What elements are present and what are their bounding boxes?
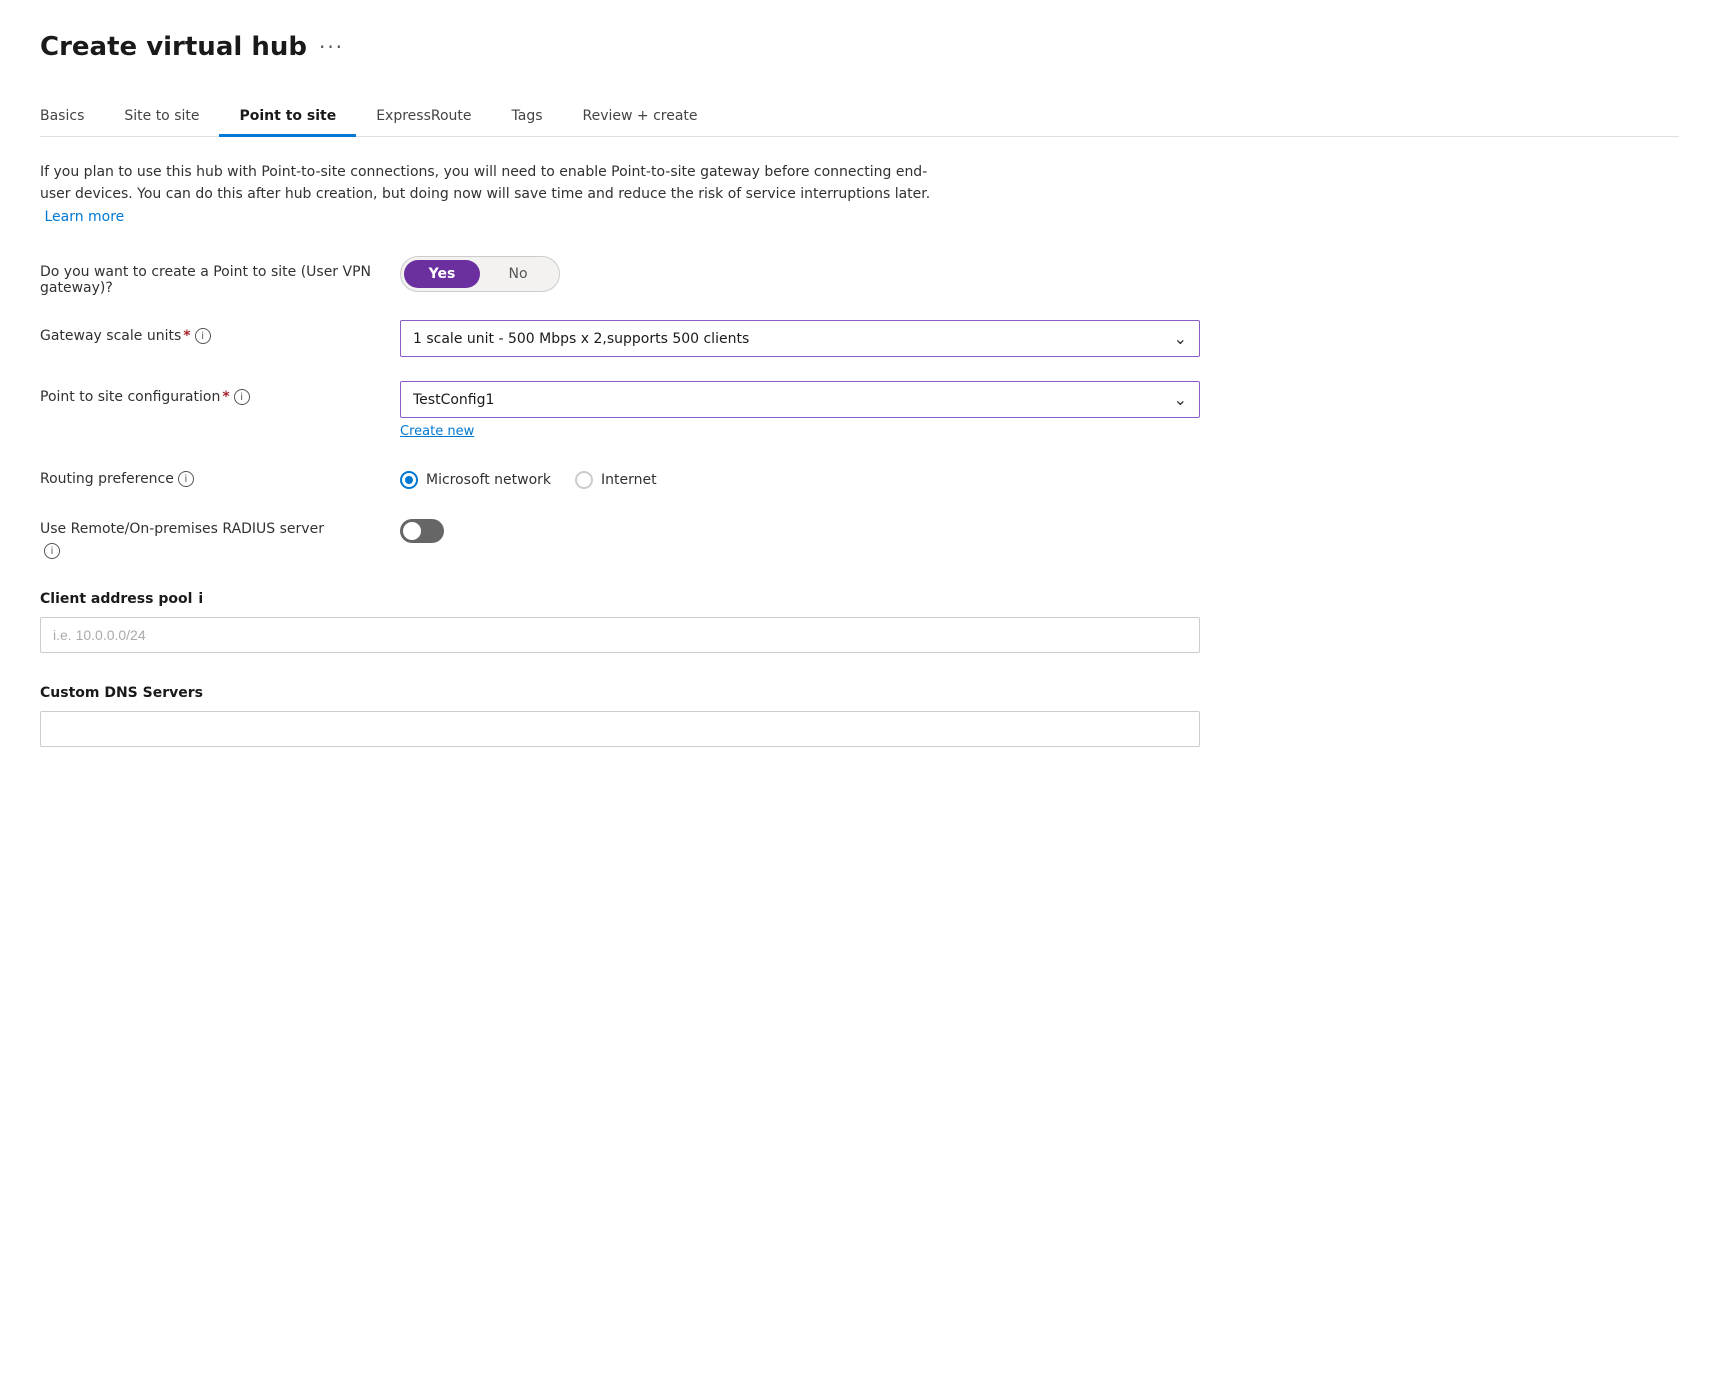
page-description: If you plan to use this hub with Point-t… xyxy=(40,161,940,228)
gateway-scale-units-info-icon[interactable]: i xyxy=(195,328,211,344)
tab-basics[interactable]: Basics xyxy=(40,98,104,137)
client-address-pool-section: Client address pool i xyxy=(40,583,1200,653)
internet-radio[interactable] xyxy=(575,471,593,489)
radius-server-label: Use Remote/On-premises RADIUS server i xyxy=(40,513,380,559)
radius-server-toggle[interactable] xyxy=(400,519,1200,543)
routing-preference-label: Routing preference i xyxy=(40,463,380,487)
radius-server-switch-track[interactable] xyxy=(400,519,444,543)
p2s-config-dropdown[interactable]: TestConfig1 ⌄ xyxy=(400,381,1200,418)
p2s-config-required: * xyxy=(222,389,229,405)
tab-review-create[interactable]: Review + create xyxy=(563,98,718,137)
tab-point-to-site[interactable]: Point to site xyxy=(219,98,356,137)
tab-expressroute[interactable]: ExpressRoute xyxy=(356,98,491,137)
tab-site-to-site[interactable]: Site to site xyxy=(104,98,219,137)
routing-preference-row: Routing preference i Microsoft network I… xyxy=(40,463,1200,489)
gateway-scale-units-dropdown[interactable]: 1 scale unit - 500 Mbps x 2,supports 500… xyxy=(400,320,1200,357)
radius-server-row: Use Remote/On-premises RADIUS server i xyxy=(40,513,1200,559)
radius-server-control xyxy=(400,513,1200,543)
point-to-site-question-label: Do you want to create a Point to site (U… xyxy=(40,256,380,296)
routing-preference-control: Microsoft network Internet xyxy=(400,463,1200,489)
routing-preference-radio-group: Microsoft network Internet xyxy=(400,463,1200,489)
client-address-pool-info-icon[interactable]: i xyxy=(198,591,203,607)
yes-no-toggle[interactable]: Yes No xyxy=(400,256,560,292)
gateway-scale-units-control: 1 scale unit - 500 Mbps x 2,supports 500… xyxy=(400,320,1200,357)
custom-dns-servers-section: Custom DNS Servers xyxy=(40,677,1200,747)
create-new-link[interactable]: Create new xyxy=(400,424,474,439)
internet-option[interactable]: Internet xyxy=(575,471,657,489)
client-address-pool-input[interactable] xyxy=(40,617,1200,653)
no-option[interactable]: No xyxy=(480,260,556,288)
gateway-scale-units-row: Gateway scale units * i 1 scale unit - 5… xyxy=(40,320,1200,357)
tab-navigation: Basics Site to site Point to site Expres… xyxy=(40,98,1679,137)
p2s-config-info-icon[interactable]: i xyxy=(234,389,250,405)
ellipsis-menu-button[interactable]: ··· xyxy=(319,35,344,59)
learn-more-link[interactable]: Learn more xyxy=(44,209,124,225)
p2s-config-control: TestConfig1 ⌄ Create new xyxy=(400,381,1200,439)
radius-server-info-icon[interactable]: i xyxy=(44,543,60,559)
chevron-down-icon: ⌄ xyxy=(1174,329,1187,348)
client-address-pool-heading: Client address pool i xyxy=(40,591,1200,607)
gateway-scale-units-value: 1 scale unit - 500 Mbps x 2,supports 500… xyxy=(413,331,749,347)
custom-dns-servers-input[interactable] xyxy=(40,711,1200,747)
radius-server-switch-knob xyxy=(403,522,421,540)
p2s-config-row: Point to site configuration * i TestConf… xyxy=(40,381,1200,439)
gateway-scale-units-label: Gateway scale units * i xyxy=(40,320,380,344)
custom-dns-servers-heading: Custom DNS Servers xyxy=(40,685,1200,701)
gateway-scale-units-required: * xyxy=(183,328,190,344)
chevron-down-icon: ⌄ xyxy=(1174,390,1187,409)
form-section: Do you want to create a Point to site (U… xyxy=(40,256,1200,747)
routing-preference-info-icon[interactable]: i xyxy=(178,471,194,487)
yes-option[interactable]: Yes xyxy=(404,260,480,288)
p2s-config-value: TestConfig1 xyxy=(413,392,494,408)
point-to-site-question-row: Do you want to create a Point to site (U… xyxy=(40,256,1200,296)
microsoft-network-radio[interactable] xyxy=(400,471,418,489)
page-title: Create virtual hub xyxy=(40,32,307,62)
tab-tags[interactable]: Tags xyxy=(492,98,563,137)
p2s-config-label: Point to site configuration * i xyxy=(40,381,380,405)
point-to-site-toggle-control: Yes No xyxy=(400,256,1200,292)
microsoft-network-option[interactable]: Microsoft network xyxy=(400,471,551,489)
